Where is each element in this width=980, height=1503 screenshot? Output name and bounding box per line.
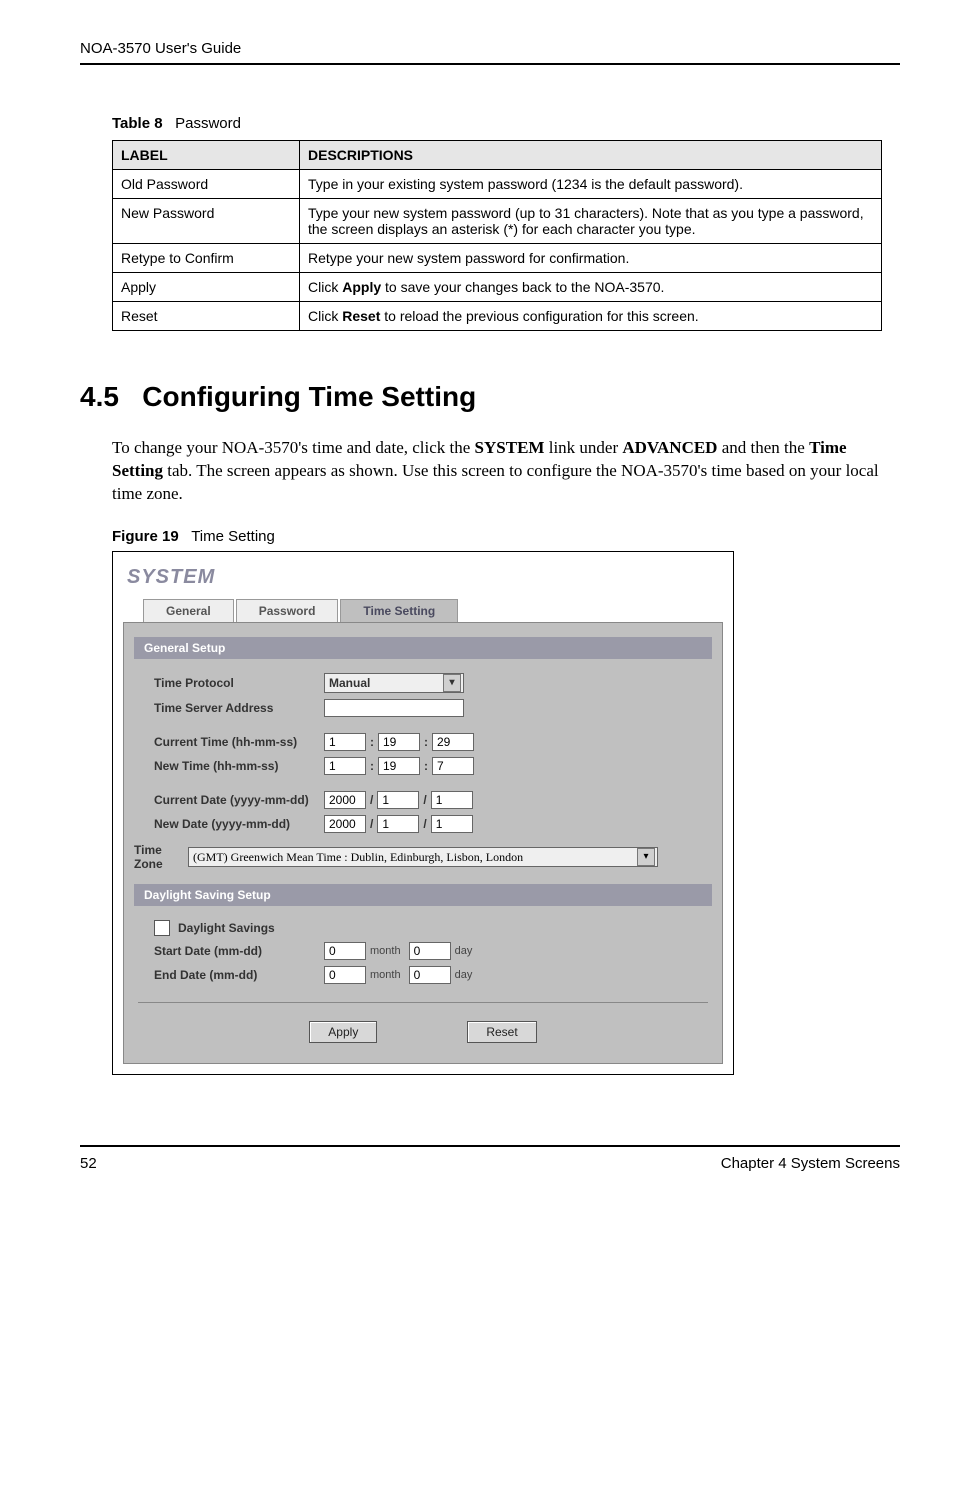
- end-date-month[interactable]: [324, 966, 366, 984]
- general-setup-bar: General Setup: [134, 637, 712, 659]
- slash-separator: /: [366, 817, 377, 831]
- new-date-y[interactable]: [324, 815, 366, 833]
- tab-password[interactable]: Password: [236, 599, 339, 622]
- password-table: LABEL DESCRIPTIONS Old Password Type in …: [112, 140, 882, 331]
- figure-caption-number: Figure 19: [112, 528, 179, 545]
- current-date-m[interactable]: [377, 791, 419, 809]
- end-date-day[interactable]: [409, 966, 451, 984]
- figure-screenshot: SYSTEM General Password Time Setting Gen…: [112, 551, 734, 1075]
- daylight-savings-checkbox[interactable]: [154, 920, 170, 936]
- current-time-ss[interactable]: [432, 733, 474, 751]
- table-caption-number: Table 8: [112, 115, 163, 132]
- table-caption: Table 8 Password: [112, 115, 900, 132]
- cell-label: New Password: [113, 199, 300, 244]
- cell-label: Reset: [113, 302, 300, 331]
- cell-desc: Type in your existing system password (1…: [300, 170, 882, 199]
- time-zone-value: (GMT) Greenwich Mean Time : Dublin, Edin…: [193, 850, 523, 865]
- colon-separator: :: [420, 759, 432, 773]
- tab-general[interactable]: General: [143, 599, 234, 622]
- label-daylight-savings: Daylight Savings: [178, 921, 275, 935]
- figure-caption-name: Time Setting: [191, 528, 275, 545]
- table-caption-name: Password: [175, 115, 241, 132]
- daylight-setup-bar: Daylight Saving Setup: [134, 884, 712, 906]
- time-protocol-value: Manual: [329, 676, 370, 690]
- label-new-time: New Time (hh-mm-ss): [154, 759, 324, 773]
- table-row: Reset Click Reset to reload the previous…: [113, 302, 882, 331]
- cell-label: Retype to Confirm: [113, 244, 300, 273]
- start-date-day[interactable]: [409, 942, 451, 960]
- label-month: month: [366, 945, 409, 957]
- th-label: LABEL: [113, 141, 300, 170]
- slash-separator: /: [419, 817, 430, 831]
- cell-label: Apply: [113, 273, 300, 302]
- new-time-ss[interactable]: [432, 757, 474, 775]
- divider: [138, 1002, 708, 1003]
- page-header: NOA-3570 User's Guide: [80, 40, 900, 65]
- table-row: Retype to Confirm Retype your new system…: [113, 244, 882, 273]
- system-title: SYSTEM: [123, 562, 723, 599]
- section-paragraph: To change your NOA-3570's time and date,…: [112, 437, 900, 506]
- current-time-mm[interactable]: [378, 733, 420, 751]
- label-start-date: Start Date (mm-dd): [154, 944, 324, 958]
- colon-separator: :: [366, 759, 378, 773]
- slash-separator: /: [366, 793, 377, 807]
- figure-caption: Figure 19 Time Setting: [112, 528, 900, 545]
- reset-button[interactable]: Reset: [467, 1021, 536, 1043]
- table-row: Old Password Type in your existing syste…: [113, 170, 882, 199]
- chevron-down-icon: ▾: [443, 674, 461, 692]
- table-row: Apply Click Apply to save your changes b…: [113, 273, 882, 302]
- colon-separator: :: [420, 735, 432, 749]
- time-protocol-select[interactable]: Manual ▾: [324, 673, 464, 693]
- current-time-hh[interactable]: [324, 733, 366, 751]
- apply-button[interactable]: Apply: [309, 1021, 377, 1043]
- cell-desc: Click Apply to save your changes back to…: [300, 273, 882, 302]
- label-end-date: End Date (mm-dd): [154, 968, 324, 982]
- label-day: day: [451, 945, 481, 957]
- label-current-time: Current Time (hh-mm-ss): [154, 735, 324, 749]
- start-date-month[interactable]: [324, 942, 366, 960]
- new-date-d[interactable]: [431, 815, 473, 833]
- label-new-date: New Date (yyyy-mm-dd): [154, 817, 324, 831]
- time-zone-select[interactable]: (GMT) Greenwich Mean Time : Dublin, Edin…: [188, 847, 658, 867]
- new-date-m[interactable]: [377, 815, 419, 833]
- label-current-date: Current Date (yyyy-mm-dd): [154, 793, 324, 807]
- current-date-y[interactable]: [324, 791, 366, 809]
- table-row: New Password Type your new system passwo…: [113, 199, 882, 244]
- label-time-protocol: Time Protocol: [154, 676, 324, 690]
- page-number: 52: [80, 1155, 97, 1172]
- section-title: Configuring Time Setting: [142, 381, 476, 412]
- tab-bar: General Password Time Setting: [143, 599, 723, 622]
- page-footer: 52 Chapter 4 System Screens: [80, 1145, 900, 1172]
- current-date-d[interactable]: [431, 791, 473, 809]
- table-header-row: LABEL DESCRIPTIONS: [113, 141, 882, 170]
- label-time-server: Time Server Address: [154, 701, 324, 715]
- label-month: month: [366, 969, 409, 981]
- settings-panel: General Setup Time Protocol Manual ▾ Tim…: [123, 622, 723, 1064]
- label-time-zone: TimeZone: [134, 843, 188, 872]
- time-server-input[interactable]: [324, 699, 464, 717]
- section-heading: 4.5 Configuring Time Setting: [80, 381, 900, 413]
- chevron-down-icon: ▾: [637, 848, 655, 866]
- cell-label: Old Password: [113, 170, 300, 199]
- slash-separator: /: [419, 793, 430, 807]
- chapter-label: Chapter 4 System Screens: [721, 1155, 900, 1172]
- section-number: 4.5: [80, 381, 119, 412]
- label-day: day: [451, 969, 481, 981]
- new-time-mm[interactable]: [378, 757, 420, 775]
- cell-desc: Retype your new system password for conf…: [300, 244, 882, 273]
- colon-separator: :: [366, 735, 378, 749]
- th-desc: DESCRIPTIONS: [300, 141, 882, 170]
- new-time-hh[interactable]: [324, 757, 366, 775]
- cell-desc: Type your new system password (up to 31 …: [300, 199, 882, 244]
- tab-time-setting[interactable]: Time Setting: [340, 599, 458, 622]
- cell-desc: Click Reset to reload the previous confi…: [300, 302, 882, 331]
